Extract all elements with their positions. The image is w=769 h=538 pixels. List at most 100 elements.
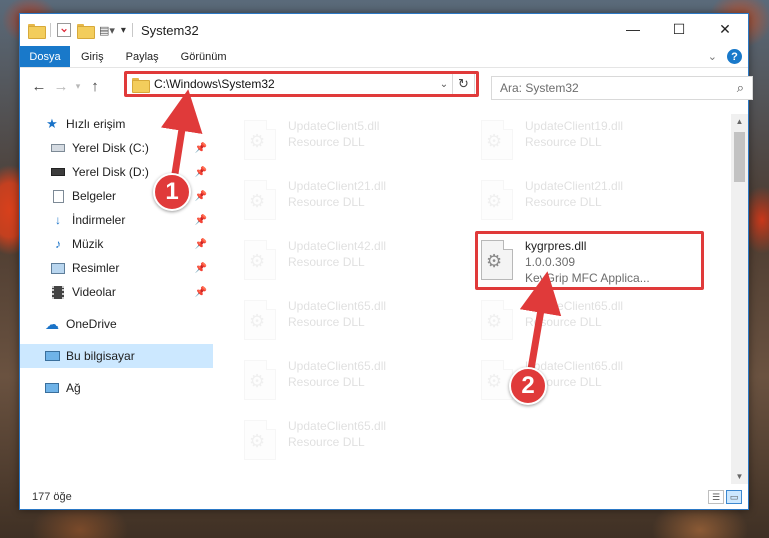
pin-icon[interactable]: 📌 — [195, 215, 207, 226]
toolbar-dropdown-icon[interactable]: ▾ — [121, 25, 126, 36]
sidebar-item-quick-access[interactable]: ★ Hızlı erişim — [20, 112, 213, 136]
minimize-button[interactable]: — — [610, 14, 656, 44]
vertical-scrollbar[interactable]: ▲ ▼ — [731, 114, 748, 484]
scroll-up-icon[interactable]: ▲ — [731, 117, 748, 126]
videos-icon — [50, 285, 66, 299]
maximize-button[interactable]: ☐ — [656, 14, 702, 44]
sidebar-item-label: OneDrive — [66, 317, 117, 331]
sidebar-item-label: Yerel Disk (D:) — [72, 165, 149, 179]
expand-ribbon-icon[interactable]: ⌄ — [708, 50, 717, 63]
sidebar-item-music[interactable]: ♪ Müzik 📌 — [20, 232, 213, 256]
file-type: Resource DLL — [525, 195, 602, 209]
sidebar-item-this-pc[interactable]: Bu bilgisayar — [20, 344, 213, 368]
tab-view[interactable]: Görünüm — [170, 46, 238, 67]
file-type: Resource DLL — [288, 255, 365, 269]
pin-icon[interactable]: 📌 — [195, 191, 207, 202]
file-name: UpdateClient5.dll — [288, 119, 380, 133]
file-item[interactable]: ⚙ UpdateClient21.dll Resource DLL — [242, 178, 462, 230]
customize-toolbar-icon[interactable]: ▤▾ — [99, 24, 115, 37]
computer-icon — [44, 349, 60, 363]
details-view-icon[interactable]: ☰ — [708, 490, 724, 504]
search-icon[interactable]: ⌕ — [737, 80, 744, 96]
star-icon: ★ — [46, 116, 58, 131]
file-name: UpdateClient42.dll — [288, 239, 387, 253]
file-type: Resource DLL — [288, 195, 365, 209]
dll-file-icon: ⚙ — [479, 300, 515, 342]
dll-file-icon: ⚙ — [242, 300, 278, 342]
file-item[interactable]: ⚙ UpdateClient5.dll Resource DLL — [242, 118, 462, 170]
dll-file-icon: ⚙ — [242, 240, 278, 282]
title-bar: ▤▾ ▾ System32 — ☐ ✕ — [20, 14, 748, 46]
ribbon-right: ⌄ ? — [708, 49, 742, 64]
file-item[interactable]: ⚙ UpdateClient65.dll Resource DLL — [242, 358, 462, 410]
file-item[interactable]: ⚙ UpdateClient65.dll Resource DLL — [242, 298, 462, 350]
sidebar-item-label: Bu bilgisayar — [66, 349, 135, 363]
up-button[interactable]: ↑ — [84, 78, 106, 95]
file-item[interactable]: ⚙ UpdateClient42.dll Resource DLL — [242, 238, 462, 290]
search-input[interactable]: Ara: System32 — [500, 81, 579, 95]
window-title: System32 — [140, 22, 199, 38]
tab-file[interactable]: Dosya — [20, 46, 70, 67]
large-icons-view-icon[interactable]: ▭ — [726, 490, 742, 504]
status-bar: 177 öğe ☰ ▭ — [20, 485, 748, 509]
window-controls: — ☐ ✕ — [610, 14, 748, 44]
pin-icon[interactable]: 📌 — [195, 263, 207, 274]
sidebar-item-label: Ağ — [66, 381, 81, 395]
dll-file-icon: ⚙ — [242, 420, 278, 462]
pin-icon[interactable]: 📌 — [195, 143, 207, 154]
file-type: Resource DLL — [525, 315, 602, 329]
sidebar-item-downloads[interactable]: ↓ İndirmeler 📌 — [20, 208, 213, 232]
file-name: UpdateClient65.dll — [525, 299, 624, 313]
close-button[interactable]: ✕ — [702, 14, 748, 44]
file-highlight-box — [475, 231, 704, 290]
pin-icon[interactable]: 📌 — [195, 287, 207, 298]
search-box[interactable]: Ara: System32 ⌕ — [491, 76, 753, 100]
sidebar-item-onedrive[interactable]: ☁ OneDrive — [20, 312, 213, 336]
sidebar-item-label: Resimler — [72, 261, 120, 275]
recent-locations-icon[interactable]: ▾ — [72, 81, 84, 92]
file-item[interactable]: ⚙ UpdateClient21.dll Resource DLL — [479, 178, 699, 230]
sidebar-item-videos[interactable]: Videolar 📌 — [20, 280, 213, 304]
file-item[interactable]: ⚙ UpdateClient19.dll Resource DLL — [479, 118, 699, 170]
item-count: 177 öğe — [32, 491, 72, 503]
sidebar-item-pictures[interactable]: Resimler 📌 — [20, 256, 213, 280]
file-type: Resource DLL — [288, 135, 365, 149]
documents-icon — [50, 189, 66, 203]
dll-file-icon: ⚙ — [242, 120, 278, 162]
cloud-icon: ☁ — [45, 315, 59, 332]
scroll-thumb[interactable] — [734, 132, 745, 182]
sidebar-item-label: Belgeler — [72, 189, 117, 203]
explorer-window: ▤▾ ▾ System32 — ☐ ✕ Dosya Giriş Paylaş G… — [19, 13, 753, 510]
tab-share[interactable]: Paylaş — [115, 46, 170, 67]
network-icon — [44, 381, 60, 395]
sidebar-item-disk-c[interactable]: Yerel Disk (C:) 📌 — [20, 136, 213, 160]
drive-icon — [50, 141, 66, 155]
ribbon-tabs: Dosya Giriş Paylaş Görünüm ⌄ ? — [20, 46, 748, 68]
sidebar-item-label: İndirmeler — [72, 213, 126, 227]
file-type: Resource DLL — [525, 135, 602, 149]
drive-icon — [50, 165, 66, 179]
file-name: UpdateClient65.dll — [288, 359, 387, 373]
step-one-badge: 1 — [153, 173, 191, 211]
sidebar-item-network[interactable]: Ağ — [20, 376, 213, 400]
new-folder-icon[interactable] — [77, 23, 95, 39]
divider — [50, 23, 51, 37]
pin-icon[interactable]: 📌 — [195, 239, 207, 250]
file-list: ⚙ UpdateClient5.dll Resource DLL ⚙ Update… — [220, 114, 730, 484]
dll-file-icon: ⚙ — [242, 360, 278, 402]
back-button[interactable]: ← — [28, 78, 50, 95]
file-item[interactable]: ⚙ UpdateClient65.dll Resource DLL — [242, 418, 462, 470]
scroll-down-icon[interactable]: ▼ — [731, 472, 748, 481]
forward-button[interactable]: → — [50, 78, 72, 95]
download-icon: ↓ — [55, 213, 61, 227]
file-item[interactable]: ⚙ UpdateClient65.dll Resource DLL — [479, 298, 699, 350]
sidebar-item-label: Hızlı erişim — [66, 117, 126, 131]
music-icon: ♪ — [55, 237, 61, 251]
pictures-icon — [50, 261, 66, 275]
folder-icon — [28, 23, 46, 39]
file-name: UpdateClient19.dll — [525, 119, 624, 133]
pin-icon[interactable]: 📌 — [195, 167, 207, 178]
help-icon[interactable]: ? — [727, 49, 742, 64]
tab-home[interactable]: Giriş — [70, 46, 115, 67]
properties-icon[interactable] — [57, 23, 71, 37]
